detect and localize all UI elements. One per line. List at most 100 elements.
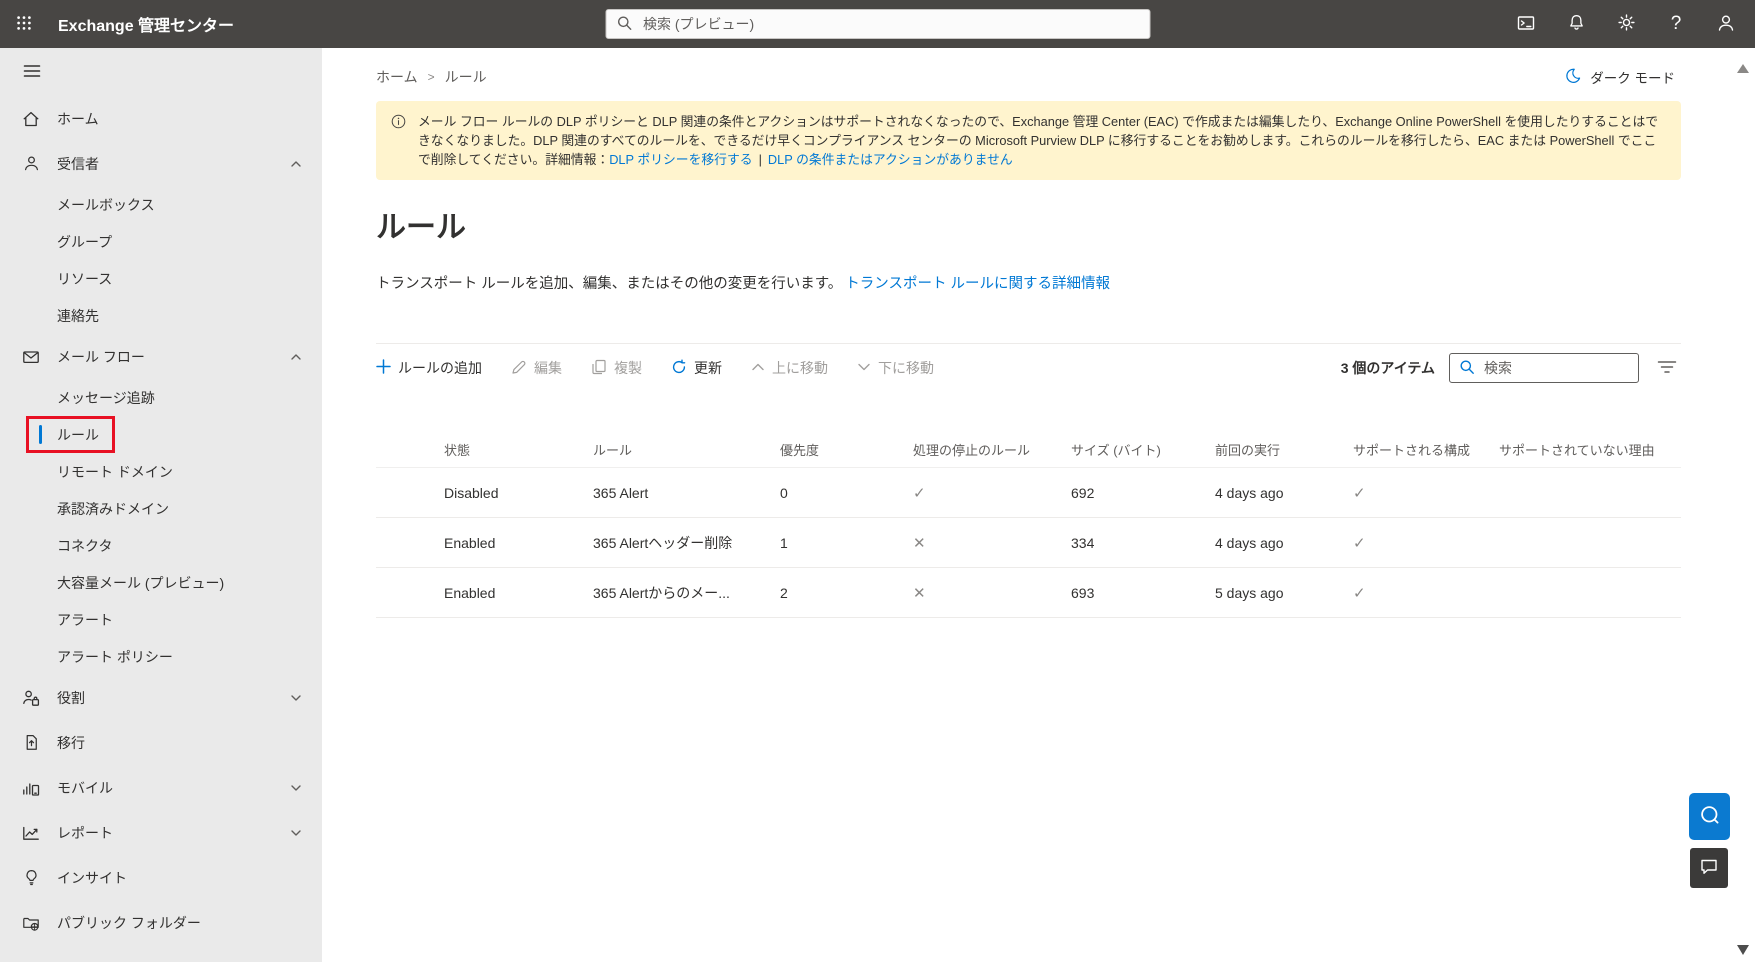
check-icon: ✓ xyxy=(1353,585,1366,602)
migration-icon xyxy=(21,733,41,753)
duplicate-button[interactable]: 複製 xyxy=(591,358,642,378)
gear-icon xyxy=(1617,13,1636,35)
sidebar-item-alerts[interactable]: アラート xyxy=(0,601,322,638)
cloud-shell-button[interactable] xyxy=(1501,0,1551,48)
cell-status: Enabled xyxy=(444,535,593,551)
account-button[interactable] xyxy=(1701,0,1751,48)
sidebar-item-connectors[interactable]: コネクタ xyxy=(0,527,322,564)
sidebar-item-insights[interactable]: インサイト xyxy=(0,855,322,900)
check-icon: ✓ xyxy=(913,485,926,502)
header-priority: 優先度 xyxy=(780,440,913,459)
info-icon xyxy=(390,113,407,169)
sidebar-item-mobile[interactable]: モバイル xyxy=(0,765,322,810)
breadcrumb: ホーム > ルール xyxy=(376,67,487,87)
sidebar-item-reports[interactable]: レポート xyxy=(0,810,322,855)
insights-icon xyxy=(21,868,41,888)
move-up-label: 上に移動 xyxy=(772,358,828,378)
edit-button[interactable]: 編集 xyxy=(511,358,562,378)
sidebar-item-groups[interactable]: グループ xyxy=(0,223,322,260)
table-row[interactable]: Enabled 365 Alertからのメー... 2 ✕ 693 5 days… xyxy=(376,568,1681,618)
cell-last-run: 4 days ago xyxy=(1215,485,1353,501)
sidebar-item-message-trace[interactable]: メッセージ追跡 xyxy=(0,379,322,416)
sidebar-item-roles[interactable]: 役割 xyxy=(0,675,322,720)
top-bar: Exchange 管理センター ? xyxy=(0,0,1755,48)
cell-priority: 0 xyxy=(780,485,913,501)
table-row[interactable]: Enabled 365 Alertヘッダー削除 1 ✕ 334 4 days a… xyxy=(376,518,1681,568)
header-stop-processing: 処理の停止のルール xyxy=(913,440,1071,459)
cross-icon: ✕ xyxy=(913,535,926,552)
filter-button[interactable] xyxy=(1653,355,1681,382)
refresh-button[interactable]: 更新 xyxy=(671,358,722,378)
settings-button[interactable] xyxy=(1601,0,1651,48)
sidebar-item-label: 役割 xyxy=(57,688,85,708)
mail-icon xyxy=(21,347,41,367)
mobile-icon xyxy=(21,778,41,798)
rules-search-box[interactable] xyxy=(1449,353,1639,383)
dlp-warning-banner: メール フロー ルールの DLP ポリシーと DLP 関連の条件とアクションはサ… xyxy=(376,101,1681,180)
banner-text-block: メール フロー ルールの DLP ポリシーと DLP 関連の条件とアクションはサ… xyxy=(418,112,1665,169)
sidebar-item-home[interactable]: ホーム xyxy=(0,96,322,141)
app-launcher-button[interactable] xyxy=(0,0,48,48)
global-search-box[interactable] xyxy=(605,9,1150,39)
feedback-bubble-icon xyxy=(1699,857,1719,880)
sidebar-item-recipients[interactable]: 受信者 xyxy=(0,141,322,186)
cell-status: Enabled xyxy=(444,585,593,601)
sidebar-item-label: ルール xyxy=(57,425,99,445)
header-last-run: 前回の実行 xyxy=(1215,440,1353,459)
chevron-down-icon xyxy=(290,692,302,704)
sidebar-item-mail-flow[interactable]: メール フロー xyxy=(0,334,322,379)
sidebar-item-high-volume-mail[interactable]: 大容量メール (プレビュー) xyxy=(0,564,322,601)
sidebar-item-alert-policies[interactable]: アラート ポリシー xyxy=(0,638,322,675)
filter-lines-icon xyxy=(1657,359,1677,378)
transport-rules-learn-more-link[interactable]: トランスポート ルールに関する詳細情報 xyxy=(845,276,1110,292)
notifications-button[interactable] xyxy=(1551,0,1601,48)
nav-collapse-button[interactable] xyxy=(0,48,322,96)
sidebar-item-label: パブリック フォルダー xyxy=(57,913,201,933)
sidebar-item-label: アラート xyxy=(57,610,113,630)
banner-link-migrate-dlp[interactable]: DLP ポリシーを移行する xyxy=(609,152,752,167)
sidebar-item-label: モバイル xyxy=(57,778,113,798)
help-widget-button[interactable] xyxy=(1689,793,1730,840)
dark-mode-toggle[interactable]: ダーク モード xyxy=(1564,67,1675,88)
move-down-label: 下に移動 xyxy=(878,358,934,378)
sidebar-item-mailboxes[interactable]: メールボックス xyxy=(0,186,322,223)
chevron-up-icon xyxy=(290,158,302,170)
add-rule-button[interactable]: ルールの追加 xyxy=(376,358,482,378)
rules-table: 状態 ルール 優先度 処理の停止のルール サイズ (バイト) 前回の実行 サポー… xyxy=(376,432,1681,618)
home-icon xyxy=(21,109,41,129)
breadcrumb-current: ルール xyxy=(445,67,487,87)
cell-rule-name: 365 Alertヘッダー削除 xyxy=(593,533,780,553)
search-icon xyxy=(1459,359,1475,378)
person-icon xyxy=(21,154,41,174)
sidebar-item-label: アラート ポリシー xyxy=(57,647,173,667)
feedback-widget-button[interactable] xyxy=(1690,848,1728,888)
breadcrumb-home[interactable]: ホーム xyxy=(376,67,418,87)
rules-search-input[interactable] xyxy=(1482,359,1629,377)
move-down-button[interactable]: 下に移動 xyxy=(857,358,934,378)
sidebar-item-label: グループ xyxy=(57,232,112,252)
sidebar-item-remote-domains[interactable]: リモート ドメイン xyxy=(0,453,322,490)
sidebar-item-contacts[interactable]: 連絡先 xyxy=(0,297,322,334)
move-up-button[interactable]: 上に移動 xyxy=(751,358,828,378)
scrollbar-down-arrow[interactable] xyxy=(1737,945,1749,955)
sidebar-item-label: メッセージ追跡 xyxy=(57,388,155,408)
sidebar-item-public-folders[interactable]: パブリック フォルダー xyxy=(0,900,322,945)
sidebar-item-migration[interactable]: 移行 xyxy=(0,720,322,765)
header-rule: ルール xyxy=(593,440,780,459)
banner-link-no-dlp-condition[interactable]: DLP の条件またはアクションがありません xyxy=(768,152,1013,167)
scrollbar-up-arrow[interactable] xyxy=(1737,64,1749,73)
page-title: ルール xyxy=(376,202,1681,246)
table-row[interactable]: Disabled 365 Alert 0 ✓ 692 4 days ago ✓ xyxy=(376,468,1681,518)
sidebar-item-label: メール フロー xyxy=(57,347,145,367)
global-search-input[interactable] xyxy=(641,15,1139,33)
app-launcher-icon xyxy=(15,14,33,35)
moon-icon xyxy=(1564,67,1582,88)
search-icon xyxy=(616,15,632,34)
help-button[interactable]: ? xyxy=(1651,0,1701,48)
sidebar-item-resources[interactable]: リソース xyxy=(0,260,322,297)
sidebar-item-rules[interactable]: ルール xyxy=(0,416,322,453)
refresh-label: 更新 xyxy=(694,358,722,378)
sidebar-item-accepted-domains[interactable]: 承認済みドメイン xyxy=(0,490,322,527)
chevron-down-icon xyxy=(290,827,302,839)
cell-priority: 2 xyxy=(780,585,913,601)
